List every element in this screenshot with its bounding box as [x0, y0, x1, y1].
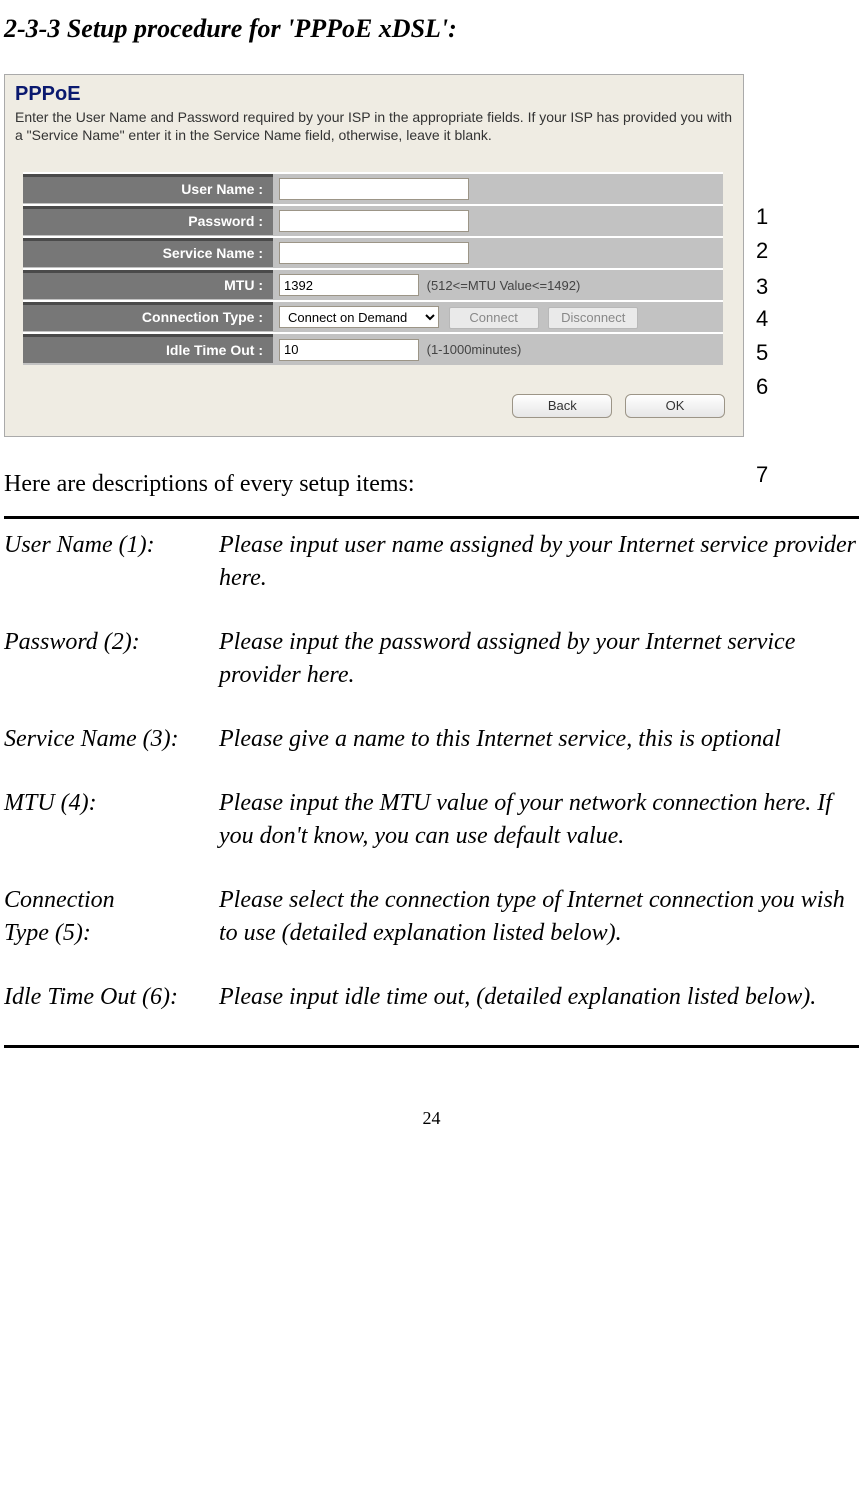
service-name-input[interactable]: [279, 242, 469, 264]
description-term: Password (2):: [4, 626, 219, 723]
ok-button[interactable]: OK: [625, 394, 725, 418]
description-text: Please give a name to this Internet serv…: [219, 723, 859, 787]
section-title: 2-3-3 Setup procedure for 'PPPoE xDSL':: [4, 14, 859, 44]
annotation-4: 4: [756, 306, 768, 332]
description-row: User Name (1): Please input user name as…: [4, 529, 859, 626]
idle-timeout-label: Idle Time Out :: [23, 333, 273, 365]
description-row: Password (2): Please input the password …: [4, 626, 859, 723]
description-term: MTU (4):: [4, 787, 219, 884]
divider-bottom: [4, 1045, 859, 1048]
description-row: Idle Time Out (6): Please input idle tim…: [4, 981, 859, 1045]
description-term: User Name (1):: [4, 529, 219, 626]
description-text: Please select the connection type of Int…: [219, 884, 859, 981]
annotation-2: 2: [756, 238, 768, 264]
mtu-input[interactable]: [279, 274, 419, 296]
annotation-7: 7: [756, 462, 768, 488]
annotation-6: 6: [756, 374, 768, 400]
back-button[interactable]: Back: [512, 394, 612, 418]
connection-type-label: Connection Type :: [23, 301, 273, 333]
description-text: Please input the password assigned by yo…: [219, 626, 859, 723]
panel-title: PPPoE: [15, 83, 733, 106]
description-term: Idle Time Out (6):: [4, 981, 219, 1045]
description-row: Service Name (3): Please give a name to …: [4, 723, 859, 787]
user-name-label: User Name :: [23, 173, 273, 205]
descriptions-table: User Name (1): Please input user name as…: [4, 529, 859, 1045]
descriptions-intro: Here are descriptions of every setup ite…: [4, 471, 859, 498]
mtu-label: MTU :: [23, 269, 273, 301]
annotation-1: 1: [756, 204, 768, 230]
description-text: Please input user name assigned by your …: [219, 529, 859, 626]
password-label: Password :: [23, 205, 273, 237]
idle-timeout-input[interactable]: [279, 339, 419, 361]
description-term: Connection Type (5):: [4, 884, 219, 981]
annotation-3: 3: [756, 274, 768, 300]
page-number: 24: [4, 1108, 859, 1129]
description-row: Connection Type (5): Please select the c…: [4, 884, 859, 981]
description-row: MTU (4): Please input the MTU value of y…: [4, 787, 859, 884]
description-term: Service Name (3):: [4, 723, 219, 787]
divider-top: [4, 516, 859, 519]
pppoe-config-panel: PPPoE Enter the User Name and Password r…: [4, 74, 744, 437]
service-name-label: Service Name :: [23, 237, 273, 269]
disconnect-button[interactable]: Disconnect: [548, 307, 638, 329]
description-text: Please input the MTU value of your netwo…: [219, 787, 859, 884]
user-name-input[interactable]: [279, 178, 469, 200]
description-text: Please input idle time out, (detailed ex…: [219, 981, 859, 1045]
connect-button[interactable]: Connect: [449, 307, 539, 329]
annotation-5: 5: [756, 340, 768, 366]
idle-timeout-hint: (1-1000minutes): [427, 342, 522, 357]
mtu-hint: (512<=MTU Value<=1492): [427, 278, 581, 293]
connection-type-select[interactable]: Connect on Demand: [279, 306, 439, 328]
password-input[interactable]: [279, 210, 469, 232]
panel-subtitle: Enter the User Name and Password require…: [15, 108, 733, 144]
